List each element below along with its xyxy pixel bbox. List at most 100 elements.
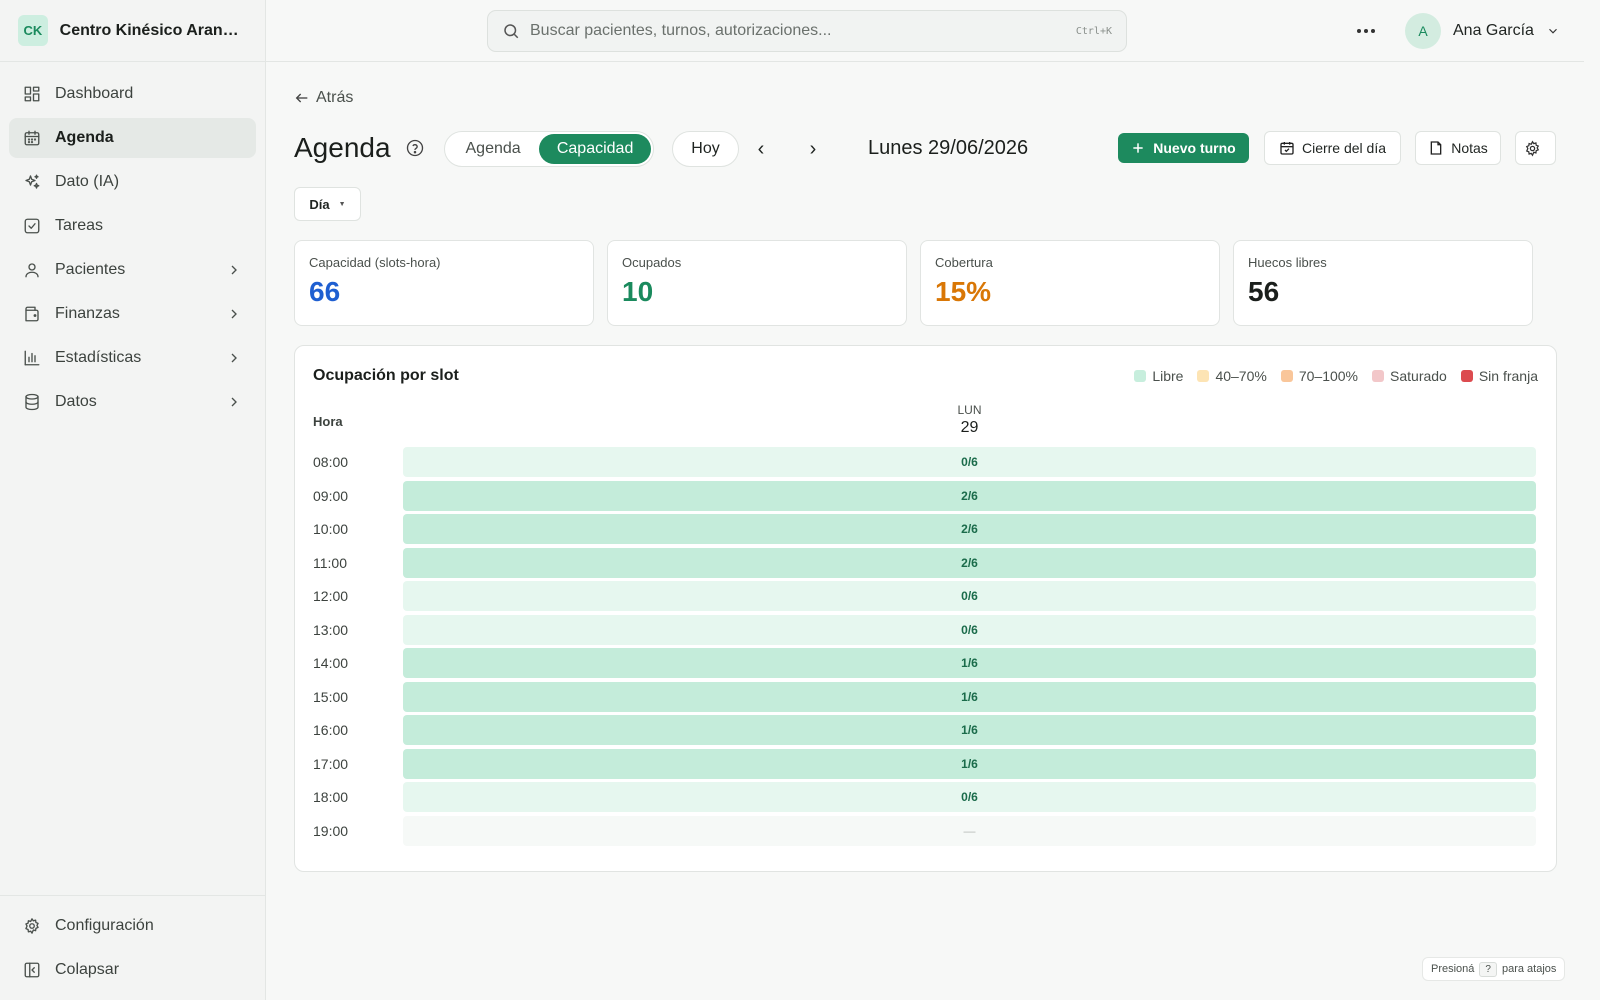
more-options-button[interactable] (1354, 20, 1378, 42)
topbar: Ctrl+K A Ana García (266, 0, 1584, 62)
slot-cell[interactable]: 2/6 (403, 480, 1536, 511)
slot-cell[interactable]: 1/6 (403, 648, 1536, 678)
tab-agenda[interactable]: Agenda (447, 134, 539, 164)
new-appointment-button[interactable]: Nuevo turno (1118, 133, 1249, 163)
occupancy-title: Ocupación por slot (313, 367, 459, 384)
hint-pre: Presioná (1431, 963, 1475, 975)
slot-cell[interactable]: 1/6 (403, 681, 1536, 712)
help-icon[interactable] (406, 139, 424, 157)
sidebar-bottom: Configuración Colapsar (0, 895, 265, 1000)
slot-occupancy: 0/6 (961, 455, 978, 469)
slot-cell[interactable]: — (403, 815, 1536, 846)
sidebar-item-label: Finanzas (55, 305, 120, 322)
database-icon (23, 393, 41, 411)
sidebar-item-tareas[interactable]: Tareas (9, 206, 256, 246)
slot-cell[interactable]: 1/6 (403, 748, 1536, 779)
arrow-left-icon (295, 93, 308, 103)
table-row: 14:00 1/6 (295, 648, 1558, 678)
calendar-check-icon (1280, 142, 1294, 155)
occupancy-legend: Libre 40–70% 70–100% Saturado Sin franja (1120, 368, 1538, 384)
sidebar-item-label: Tareas (55, 217, 104, 234)
sidebar-item-estadisticas[interactable]: Estadísticas (9, 338, 256, 378)
user-name: Ana García (1453, 22, 1534, 39)
slot-occupancy: 1/6 (961, 756, 978, 771)
sidebar-item-colapsar[interactable]: Colapsar (9, 950, 256, 990)
slot-time: 09:00 (313, 487, 349, 504)
legend-label: Sin franja (1478, 368, 1538, 384)
slot-time: 13:00 (313, 621, 349, 638)
page-title: Agenda (294, 132, 391, 163)
notes-button[interactable]: Notas (1415, 131, 1501, 165)
today-button[interactable]: Hoy (672, 131, 739, 167)
slot-cell[interactable]: 2/6 (403, 514, 1536, 544)
sidebar-item-label: Colapsar (55, 961, 120, 978)
sidebar-item-finanzas[interactable]: Finanzas (9, 294, 256, 334)
stat-label: Huecos libres (1248, 255, 1327, 270)
stat-card-huecos-libres: Huecos libres 56 (1233, 240, 1533, 326)
brand[interactable]: CK Centro Kinésico Arangu... (0, 0, 265, 62)
slot-occupancy: 1/6 (961, 689, 978, 704)
user-menu[interactable]: A Ana García (1405, 13, 1560, 49)
tab-capacidad[interactable]: Capacidad (539, 134, 651, 164)
slot-cell[interactable]: 1/6 (403, 715, 1536, 745)
slot-cell[interactable]: 0/6 (403, 581, 1536, 611)
collapse-icon (23, 961, 41, 979)
slot-time: 10:00 (313, 521, 349, 537)
legend-swatch (1460, 370, 1473, 382)
back-link[interactable]: Atrás (294, 89, 353, 107)
day-of-week: LUN (957, 403, 982, 417)
slot-time: 12:00 (313, 588, 349, 604)
next-day-button[interactable]: › (802, 138, 824, 160)
slot-time: 18:00 (313, 789, 349, 805)
hint-key: ? (1479, 961, 1497, 977)
stat-label: Ocupados (622, 255, 682, 270)
range-select[interactable]: Día ▼ (294, 187, 361, 221)
hora-column-header: Hora (313, 414, 343, 429)
sidebar: CK Centro Kinésico Arangu... Dashboard Ag… (0, 0, 266, 1000)
search-input[interactable] (530, 22, 1076, 40)
sidebar-item-configuracion[interactable]: Configuración (9, 906, 256, 946)
stat-card-ocupados: Ocupados 10 (607, 240, 907, 326)
slot-cell[interactable]: 0/6 (403, 782, 1536, 812)
gear-icon (1525, 140, 1539, 157)
sidebar-item-dashboard[interactable]: Dashboard (9, 74, 256, 114)
sidebar-item-datos[interactable]: Datos (9, 382, 256, 422)
hint-post: para atajos (1501, 963, 1557, 975)
sidebar-item-agenda[interactable]: Agenda (9, 118, 256, 158)
sidebar-item-dato-ia[interactable]: Dato (IA) (9, 162, 256, 202)
search-icon (504, 24, 519, 39)
stat-label: Capacidad (slots-hora) (309, 255, 441, 270)
slot-cell[interactable]: 2/6 (403, 547, 1536, 578)
sidebar-nav: Dashboard Agenda Dato (IA) Tareas Pacientes F… (0, 62, 265, 422)
settings-button[interactable] (1515, 131, 1556, 165)
slot-occupancy: 0/6 (961, 790, 978, 804)
bar-chart-icon (23, 349, 41, 367)
note-icon (1430, 141, 1442, 155)
prev-day-button[interactable]: ‹ (750, 138, 772, 160)
legend-item-saturado: Saturado (1372, 368, 1447, 384)
day-column-header: LUN 29 (403, 403, 1536, 437)
chevron-down-icon (1549, 28, 1557, 34)
slot-time: 14:00 (313, 655, 349, 671)
brand-logo: CK (18, 15, 48, 46)
slot-cell[interactable]: 0/6 (403, 447, 1536, 477)
range-select-value: Día (309, 196, 330, 212)
sidebar-item-label: Pacientes (55, 261, 126, 278)
table-row: 11:00 2/6 (295, 547, 1558, 578)
table-row: 19:00 — (295, 815, 1558, 846)
shortcut-hint: Presioná ? para atajos (1422, 957, 1566, 981)
slot-occupancy: 2/6 (961, 522, 978, 536)
table-row: 18:00 0/6 (295, 782, 1558, 812)
sidebar-item-pacientes[interactable]: Pacientes (9, 250, 256, 290)
slot-cell[interactable]: 0/6 (403, 614, 1536, 645)
legend-label: Libre (1152, 368, 1184, 384)
plus-icon (1133, 143, 1143, 153)
checkbox-icon (23, 217, 41, 235)
new-appointment-label: Nuevo turno (1153, 140, 1236, 156)
search-shortcut: Ctrl+K (1075, 25, 1112, 37)
search-box[interactable]: Ctrl+K (487, 10, 1127, 52)
legend-item-40-70: 40–70% (1197, 368, 1267, 384)
close-day-button[interactable]: Cierre del día (1264, 131, 1401, 165)
slot-time: 16:00 (313, 722, 349, 738)
view-toggle: Agenda Capacidad (444, 131, 654, 167)
